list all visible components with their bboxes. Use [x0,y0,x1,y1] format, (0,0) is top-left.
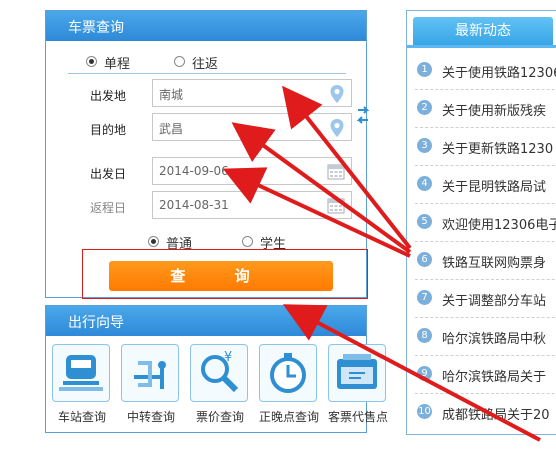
news-item[interactable]: 10 成都铁路局关于20 [415,393,556,431]
trip-type-divider [68,73,346,74]
news-title-link[interactable]: 欢迎使用12306电子 [442,214,556,233]
guide-label: 正晚点查询 [258,410,319,424]
news-item[interactable]: 9 哈尔滨铁路局关于 [415,355,556,394]
news-title-link[interactable]: 哈尔滨铁路局关于 [442,366,546,385]
news-title-link[interactable]: 哈尔滨铁路局中秋 [442,328,546,347]
ticket-panel-title: 车票查询 [68,20,124,36]
guide-panel-header: 出行向导 [46,306,366,336]
from-station-value: 南城 [159,88,184,102]
news-item[interactable]: 5 欢迎使用12306电子 [415,203,556,242]
guide-tile[interactable] [121,344,179,402]
news-title-link[interactable]: 成都铁路局关于20 [442,404,550,423]
news-item[interactable]: 2 关于使用新版残疾 [415,89,556,128]
news-number: 2 [417,100,432,115]
news-number: 5 [417,214,432,229]
return-date-input[interactable]: 2014-08-31 [152,191,352,219]
calendar-icon[interactable] [327,197,345,214]
news-number: 4 [417,176,432,191]
calendar-icon[interactable] [327,163,345,180]
news-number: 10 [417,404,432,419]
to-station-value: 武昌 [159,122,184,136]
guide-ticket-agent[interactable]: 客票代售点 [326,344,388,434]
guide-panel-title: 出行向导 [68,315,124,331]
news-number: 8 [417,328,432,343]
news-title-link[interactable]: 铁路互联网购票身 [442,252,546,271]
search-button[interactable]: 查 询 [109,261,333,291]
news-number: 3 [417,138,432,153]
guide-tile[interactable] [259,344,317,402]
news-panel: 最新动态 1 关于使用铁路12306 2 关于使用新版残疾 3 关于更新铁路12… [406,10,556,435]
news-number: 9 [417,366,432,381]
depart-date-value: 2014-09-06 [159,164,229,178]
svg-text:¥: ¥ [224,350,232,365]
to-label: 目的地 [90,123,127,137]
oneway-label: 单程 [104,57,131,72]
news-item[interactable]: 1 关于使用铁路12306 [415,51,556,90]
news-title-link[interactable]: 关于调整部分车站 [442,290,546,309]
guide-label: 车站查询 [57,410,106,424]
guide-tile[interactable] [328,344,386,402]
train-station-icon [59,355,103,391]
roundtrip-label: 往返 [192,57,219,72]
oneway-radio[interactable] [86,56,97,67]
guide-station-query[interactable]: 车站查询 [50,344,112,434]
clock-icon [270,353,306,393]
news-item[interactable]: 8 哈尔滨铁路局中秋 [415,317,556,356]
price-search-icon: ¥ [201,350,239,393]
news-number: 1 [417,62,432,77]
guide-label: 中转查询 [126,410,175,424]
news-title-link[interactable]: 关于使用铁路12306 [442,62,556,81]
guide-delay-query[interactable]: 正晚点查询 [257,344,319,434]
guide-price-query[interactable]: ¥ 票价查询 [188,344,250,434]
guide-label: 客票代售点 [327,410,388,424]
news-title-link[interactable]: 关于使用新版残疾 [442,100,546,119]
ticket-search-panel: 车票查询 单程 往返 出发地 南城 目的地 武昌 出发日 2014-09-06 [45,10,370,299]
travel-guide-panel: 出行向导 车站查询 中转查询 ¥ 票价查询 正晚点查询 客票代售点 [45,305,388,434]
return-date-value: 2014-08-31 [159,198,229,212]
guide-transfer-query[interactable]: 中转查询 [119,344,181,434]
guide-label: 票价查询 [195,410,244,424]
news-tab-underline [407,45,556,48]
news-title-link[interactable]: 关于昆明铁路局试 [442,176,546,195]
news-number: 7 [417,290,432,305]
news-number: 6 [417,252,432,267]
news-item[interactable]: 7 关于调整部分车站 [415,279,556,318]
location-pin-icon[interactable] [329,84,345,104]
news-item[interactable]: 4 关于昆明铁路局试 [415,165,556,204]
roundtrip-radio[interactable] [174,56,185,67]
swap-stations-icon[interactable] [356,101,370,129]
guide-tile[interactable]: ¥ [190,344,248,402]
to-station-input[interactable]: 武昌 [152,113,352,141]
depart-date-label: 出发日 [90,167,127,181]
ticket-panel-header: 车票查询 [46,11,366,41]
transfer-icon [134,361,166,389]
news-item[interactable]: 3 关于更新铁路1230 [415,127,556,166]
student-radio[interactable] [242,236,253,247]
news-item[interactable]: 6 铁路互联网购票身 [415,241,556,280]
normal-radio[interactable] [148,236,159,247]
from-label: 出发地 [90,89,127,103]
depart-date-input[interactable]: 2014-09-06 [152,157,352,185]
from-station-input[interactable]: 南城 [152,79,352,107]
ticket-agent-icon [337,354,377,389]
news-tab[interactable]: 最新动态 [413,17,553,45]
news-title-link[interactable]: 关于更新铁路1230 [442,138,553,157]
return-date-label: 返程日 [90,201,127,215]
guide-tile[interactable] [52,344,110,402]
location-pin-icon[interactable] [329,118,345,138]
